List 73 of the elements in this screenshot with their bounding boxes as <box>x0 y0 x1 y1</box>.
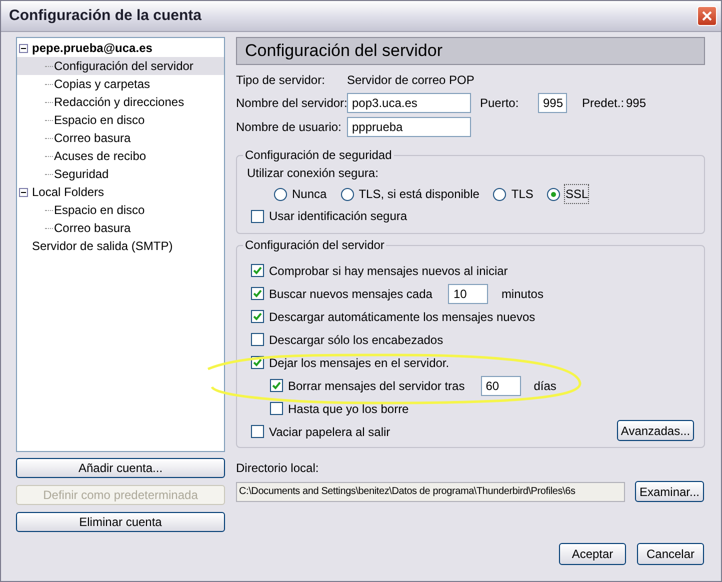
server-type-value: Servidor de correo POP <box>347 72 474 89</box>
checkbox-label: Hasta que yo los borre <box>288 400 409 418</box>
checkbox-label: Comprobar si hay mensajes nuevos al iniciar <box>269 262 508 280</box>
tree-item[interactable]: pepe.prueba@uca.es <box>17 39 224 57</box>
checkbox[interactable] <box>251 210 264 222</box>
number-field[interactable]: 60 <box>480 376 521 396</box>
checkmark-icon <box>253 312 262 321</box>
radio-button[interactable] <box>340 188 354 200</box>
radio-button[interactable] <box>274 188 287 200</box>
radio-label: SSL <box>565 185 588 203</box>
checkbox-label: Usar identificación segura <box>269 208 408 225</box>
field-label: Puerto: <box>480 95 520 112</box>
radio-label: TLS, si está disponible <box>358 186 480 203</box>
checkmark-icon <box>272 381 281 390</box>
field-label: Nombre del servidor: <box>236 95 347 112</box>
port-field[interactable]: 995 <box>538 93 567 113</box>
browse-button[interactable]: Examinar... <box>635 481 704 502</box>
dialog-button[interactable]: Aceptar <box>559 543 626 565</box>
unit-label: minutos <box>501 286 544 302</box>
server-name-field[interactable]: pop3.uca.es <box>347 93 471 113</box>
close-button[interactable] <box>697 6 717 26</box>
checkbox[interactable] <box>251 287 264 300</box>
close-icon <box>702 11 712 21</box>
checkbox-label: Buscar nuevos mensajes cada <box>269 286 432 302</box>
checkbox[interactable] <box>270 402 283 415</box>
checkbox-label: Descargar sólo los encabezados <box>269 332 444 348</box>
tree-item[interactable]: Acuses de recibo <box>17 147 224 165</box>
checkbox-label: Descargar automáticamente los mensajes nuevos <box>269 308 536 326</box>
tree-item[interactable]: Servidor de salida (SMTP) <box>17 237 224 255</box>
tree-item[interactable]: Espacio en disco <box>17 201 224 219</box>
radio-button[interactable] <box>547 188 560 200</box>
prompt-label: Utilizar conexión segura: <box>246 165 378 182</box>
directory-field[interactable]: C:\Documents and Settings\benitez\Datos de programa\Thunderbird\Profiles\6s <box>236 482 625 502</box>
radio-label: Nunca <box>292 186 327 203</box>
checkmark-icon <box>253 358 262 367</box>
checkbox[interactable] <box>270 379 283 392</box>
checkbox-label: Borrar mensajes del servidor tras <box>288 378 465 394</box>
radio-label: TLS <box>511 186 534 203</box>
checkbox[interactable] <box>251 425 264 438</box>
field-label: Tipo de servidor: <box>236 72 326 89</box>
tree-item[interactable]: Correo basura <box>17 219 224 237</box>
number-field[interactable]: 10 <box>448 284 488 304</box>
checkbox[interactable] <box>251 333 264 346</box>
window-title: Configuración de la cuenta <box>9 6 203 26</box>
tree-item[interactable]: Copias y carpetas <box>17 75 224 93</box>
radio-button[interactable] <box>493 188 506 200</box>
checkbox[interactable] <box>251 264 264 277</box>
account-button[interactable]: Añadir cuenta... <box>16 458 225 478</box>
unit-label: días <box>534 378 556 394</box>
tree-item[interactable]: Espacio en disco <box>17 111 224 129</box>
collapse-icon[interactable] <box>19 44 28 52</box>
checkmark-icon <box>253 289 262 298</box>
field-label: Directorio local: <box>236 460 319 477</box>
tree-item[interactable]: Redacción y direcciones <box>17 93 224 111</box>
checkbox-label: Vaciar papelera al salir <box>269 424 390 440</box>
panel-header: Configuración del servidor <box>236 37 705 65</box>
checkbox[interactable] <box>251 310 264 323</box>
account-button[interactable]: Eliminar cuenta <box>16 512 225 532</box>
default-port-value: 995 <box>626 95 646 112</box>
checkmark-icon <box>253 266 262 275</box>
tree-item[interactable]: Seguridad <box>17 165 224 183</box>
group-title: Configuración del servidor <box>244 237 386 254</box>
tree-item[interactable]: Correo basura <box>17 129 224 147</box>
tree-item[interactable]: Local Folders <box>17 183 224 201</box>
advanced-button[interactable]: Avanzadas... <box>617 420 694 441</box>
field-label: Predet.: <box>582 95 626 112</box>
group-title: Configuración de seguridad <box>244 147 393 164</box>
dialog-button[interactable]: Cancelar <box>637 543 704 565</box>
username-field[interactable]: ppprueba <box>347 117 471 137</box>
checkbox-label: Dejar los mensajes en el servidor. <box>269 354 450 372</box>
tree-item[interactable]: Configuración del servidor <box>17 57 224 75</box>
field-label: Nombre de usuario: <box>236 119 342 136</box>
collapse-icon[interactable] <box>19 188 28 196</box>
